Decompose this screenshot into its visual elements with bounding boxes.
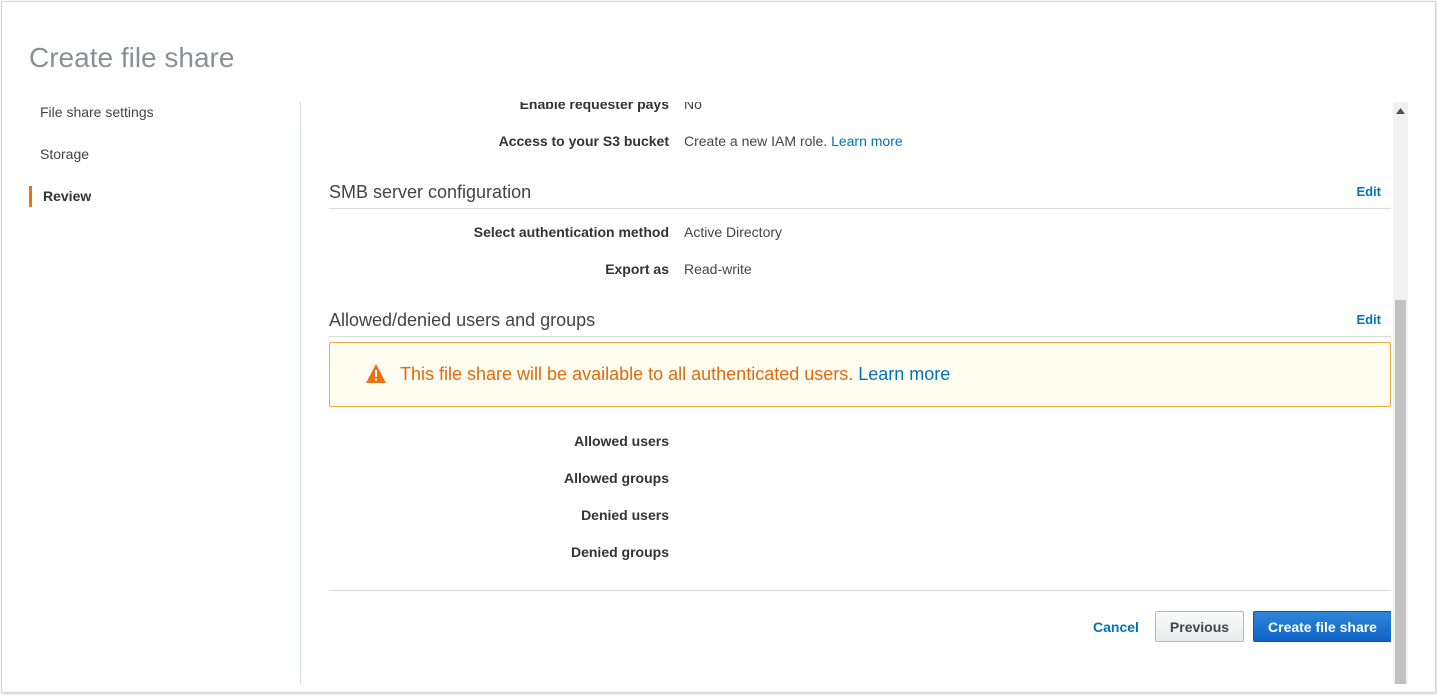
create-file-share-button[interactable]: Create file share bbox=[1253, 611, 1391, 642]
access-section-title: Allowed/denied users and groups bbox=[329, 310, 596, 330]
smb-edit-link[interactable]: Edit bbox=[1356, 184, 1381, 199]
s3-access-value: Create a new IAM role. Learn more bbox=[684, 133, 903, 149]
sidebar-item-review[interactable]: Review bbox=[29, 186, 91, 207]
cancel-button[interactable]: Cancel bbox=[1086, 611, 1146, 642]
export-as-label: Export as bbox=[605, 261, 669, 277]
wizard-steps-sidebar: File share settings Storage Review bbox=[29, 102, 301, 684]
smb-section-title: SMB server configuration bbox=[329, 182, 532, 202]
authenticated-users-warning: This file share will be available to all… bbox=[329, 342, 1391, 407]
denied-users-label: Denied users bbox=[581, 507, 669, 523]
sidebar-item-storage[interactable]: Storage bbox=[40, 146, 89, 162]
access-edit-link[interactable]: Edit bbox=[1356, 312, 1381, 327]
smb-section-divider bbox=[329, 208, 1391, 209]
allowed-groups-label: Allowed groups bbox=[564, 470, 669, 486]
content-scrollbar[interactable] bbox=[1393, 102, 1408, 684]
page-title: Create file share bbox=[29, 42, 235, 73]
requester-pays-label: Enable requester pays bbox=[519, 102, 669, 112]
scroll-up-arrow-icon bbox=[1396, 108, 1405, 114]
denied-groups-label: Denied groups bbox=[570, 544, 669, 560]
auth-method-value: Active Directory bbox=[684, 224, 783, 240]
allowed-users-label: Allowed users bbox=[574, 433, 669, 449]
s3-access-learn-more-link[interactable]: Learn more bbox=[831, 133, 903, 149]
review-content: Enable requester pays No Access to your … bbox=[301, 102, 1391, 684]
scroll-up-button[interactable] bbox=[1393, 102, 1408, 120]
scrollbar-thumb[interactable] bbox=[1395, 300, 1406, 684]
s3-access-label: Access to your S3 bucket bbox=[498, 133, 669, 149]
requester-pays-value: No bbox=[684, 102, 702, 112]
footer-divider bbox=[329, 590, 1391, 591]
s3-access-text: Create a new IAM role. bbox=[684, 133, 828, 149]
export-as-value: Read-write bbox=[684, 261, 752, 277]
warning-learn-more-link[interactable]: Learn more bbox=[858, 364, 950, 384]
warning-message: This file share will be available to all… bbox=[400, 364, 950, 385]
access-section-divider bbox=[329, 336, 1391, 337]
sidebar-item-file-share-settings[interactable]: File share settings bbox=[40, 104, 154, 120]
auth-method-label: Select authentication method bbox=[473, 224, 669, 240]
warning-icon bbox=[366, 364, 386, 383]
warning-text: This file share will be available to all… bbox=[400, 364, 854, 384]
create-file-share-window: Create file share File share settings St… bbox=[1, 1, 1436, 693]
previous-button[interactable]: Previous bbox=[1155, 611, 1244, 642]
